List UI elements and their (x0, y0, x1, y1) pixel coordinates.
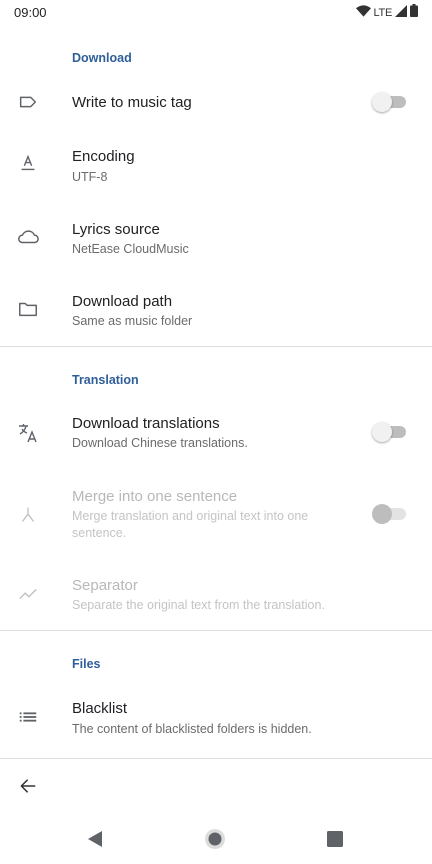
nav-back-icon (87, 830, 103, 853)
nav-recents-icon (327, 830, 343, 852)
section-divider (0, 758, 432, 759)
cell-signal-icon (395, 4, 407, 22)
nav-back-button[interactable] (82, 828, 108, 854)
setting-summary: Merge translation and original text into… (72, 509, 309, 540)
network-type-label: LTE (373, 7, 393, 19)
text-format-icon (14, 149, 42, 177)
section-header-download: Download (72, 51, 132, 65)
setting-download-translations[interactable]: Download translations Download Chinese t… (0, 410, 432, 458)
setting-encoding[interactable]: Encoding UTF-8 (0, 140, 432, 190)
status-time: 09:00 (14, 5, 47, 20)
setting-title: Download path (72, 293, 173, 310)
arrow-back-icon (18, 776, 38, 801)
setting-summary: NetEase CloudMusic (72, 242, 189, 256)
setting-title: Encoding (72, 148, 135, 165)
nav-home-icon (204, 828, 226, 855)
setting-title: Download translations (72, 415, 220, 432)
nav-recents-button[interactable] (322, 828, 348, 854)
merge-icon (14, 501, 42, 529)
status-bar: 09:00 LTE (0, 0, 432, 26)
write-tag-toggle[interactable] (372, 92, 406, 112)
setting-write-to-music-tag[interactable]: Write to music tag (0, 80, 432, 124)
setting-summary: UTF-8 (72, 170, 108, 184)
setting-summary: Same as music folder (72, 314, 193, 328)
download-translations-toggle[interactable] (372, 422, 406, 442)
setting-summary: The content of blacklisted folders is hi… (72, 722, 312, 736)
setting-summary: Download Chinese translations. (72, 436, 248, 450)
merge-sentence-toggle[interactable] (372, 504, 406, 524)
battery-icon (410, 4, 418, 22)
setting-download-path[interactable]: Download path Same as music folder (0, 286, 432, 336)
translate-icon (14, 419, 42, 447)
nav-home-button[interactable] (202, 828, 228, 854)
setting-blacklist[interactable]: Blacklist The content of blacklisted fol… (0, 697, 432, 741)
setting-title: Write to music tag (72, 94, 192, 111)
trending-icon (14, 580, 42, 608)
section-divider (0, 630, 432, 631)
status-icons: LTE (355, 4, 418, 22)
section-header-translation: Translation (72, 373, 139, 387)
setting-title: Separator (72, 577, 138, 594)
setting-separator[interactable]: Separator Separate the original text fro… (0, 574, 432, 618)
cloud-icon (14, 223, 42, 251)
system-navigation-bar (0, 818, 432, 864)
setting-lyrics-source[interactable]: Lyrics source NetEase CloudMusic (0, 213, 432, 263)
section-header-files: Files (72, 657, 101, 671)
setting-merge-into-one-sentence[interactable]: Merge into one sentence Merge translatio… (0, 485, 432, 545)
setting-summary: Separate the original text from the tran… (72, 598, 325, 612)
setting-title: Lyrics source (72, 221, 160, 238)
setting-title: Merge into one sentence (72, 488, 238, 505)
wifi-icon (355, 4, 371, 22)
label-icon (14, 88, 42, 116)
folder-icon (14, 295, 42, 323)
section-divider (0, 346, 432, 347)
back-button[interactable] (14, 774, 42, 802)
setting-title: Blacklist (72, 700, 128, 717)
list-icon (14, 703, 42, 731)
